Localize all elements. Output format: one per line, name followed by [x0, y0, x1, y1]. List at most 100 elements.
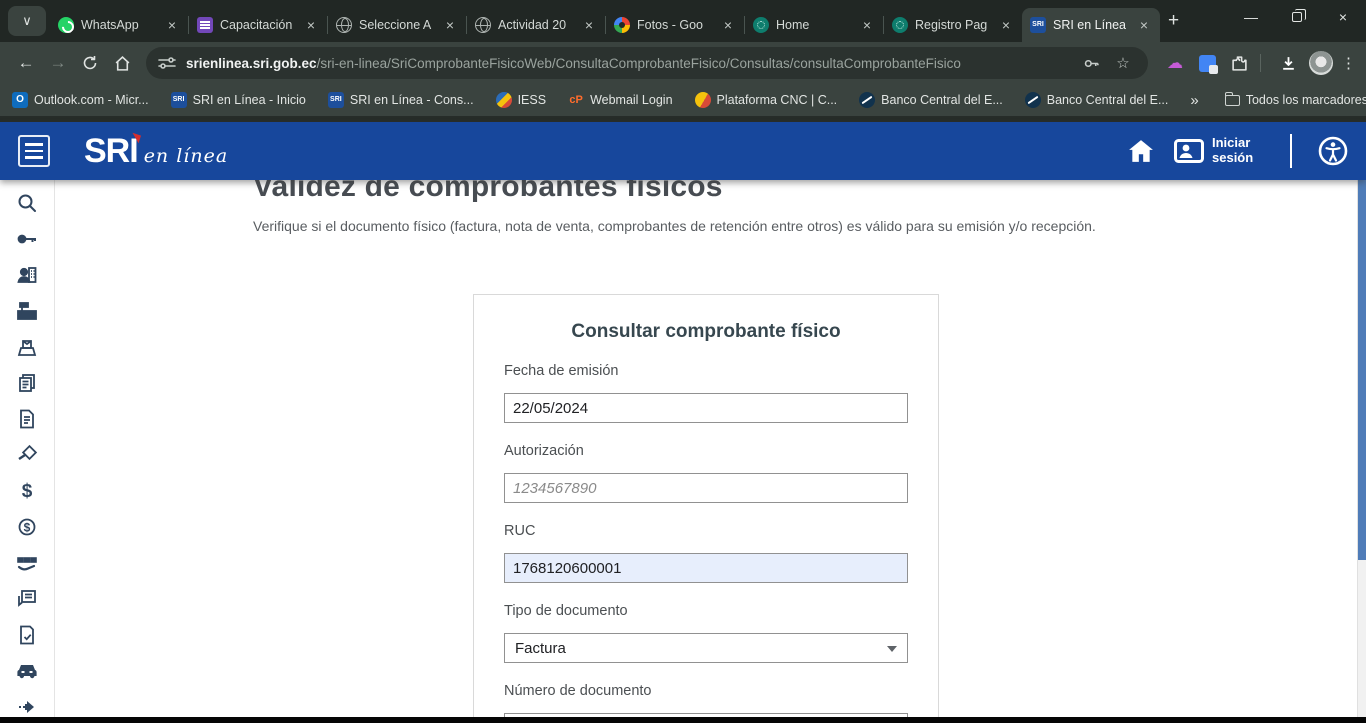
search-icon[interactable]: [15, 192, 39, 214]
fecha-emision-input[interactable]: [504, 393, 908, 423]
taxpayer-icon[interactable]: [15, 264, 39, 286]
ruc-input[interactable]: [504, 553, 908, 583]
url-text[interactable]: srienlinea.sri.gob.ec/sri-en-linea/SriCo…: [186, 56, 1072, 71]
profile-avatar[interactable]: [1309, 51, 1333, 75]
site-info-icon[interactable]: [158, 56, 176, 70]
back-button[interactable]: ←: [10, 47, 42, 79]
puzzle-icon: [1231, 55, 1248, 72]
tab-whatsapp[interactable]: WhatsApp ×: [50, 8, 188, 42]
sri-logo-text: SRI: [84, 132, 138, 171]
tab-close-icon[interactable]: ×: [442, 17, 458, 33]
translate-extension-button[interactable]: [1194, 50, 1220, 76]
tag-icon[interactable]: [15, 444, 39, 466]
bookmark-webmail[interactable]: cP Webmail Login: [568, 92, 672, 108]
ruc-label: RUC: [504, 523, 908, 539]
page-title: Validez de comprobantes físicos: [253, 180, 1327, 205]
field-fecha-emision: Fecha de emisión: [504, 363, 908, 423]
tab-fotos[interactable]: Fotos - Goo ×: [606, 8, 744, 42]
exit-icon[interactable]: [15, 696, 39, 717]
cash-register-icon[interactable]: [15, 300, 39, 322]
close-button[interactable]: ×: [1320, 0, 1366, 34]
chevron-down-icon: ∨: [22, 13, 32, 29]
url-path: /sri-en-linea/SriComprobanteFisicoWeb/Co…: [317, 56, 961, 71]
restore-icon: [1292, 12, 1302, 22]
tab-close-icon[interactable]: ×: [581, 17, 597, 33]
scrollbar-thumb[interactable]: [1358, 180, 1366, 560]
tab-search-button[interactable]: ∨: [8, 6, 46, 36]
page-subtitle: Verifique si el documento físico (factur…: [253, 218, 1327, 234]
bookmark-bce-1[interactable]: Banco Central del E...: [859, 92, 1003, 108]
tab-seleccione[interactable]: Seleccione A ×: [328, 8, 466, 42]
minimize-button[interactable]: —: [1228, 0, 1274, 34]
cnc-icon: [695, 92, 711, 108]
forward-button[interactable]: →: [42, 47, 74, 79]
google-photos-icon: [614, 17, 630, 33]
refund-icon[interactable]: $: [15, 516, 39, 538]
downloads-button[interactable]: [1275, 50, 1301, 76]
bookmark-label: Banco Central del E...: [881, 93, 1003, 107]
home-button[interactable]: [106, 47, 138, 79]
outlook-icon: O: [12, 92, 28, 108]
restore-button[interactable]: [1274, 0, 1320, 34]
bookmarks-overflow-button[interactable]: »: [1190, 92, 1198, 109]
bookmark-star-button[interactable]: ☆: [1110, 50, 1136, 76]
tab-sri-en-linea-active[interactable]: SRI SRI en Línea ×: [1022, 8, 1160, 42]
all-bookmarks-button[interactable]: Todos los marcadores: [1225, 93, 1366, 107]
page-content: $ $ Validez de comprobantes físicos Veri…: [0, 180, 1357, 717]
dollar-icon[interactable]: $: [15, 480, 39, 502]
field-numero-documento: Número de documento: [504, 683, 908, 717]
page-scrollbar[interactable]: [1357, 180, 1366, 717]
screen-bottom-edge: [0, 717, 1366, 723]
sri-logo[interactable]: SRI en línea: [84, 132, 228, 171]
tab-actividad[interactable]: Actividad 20 ×: [467, 8, 605, 42]
login-button[interactable]: Iniciar sesión: [1174, 136, 1264, 166]
tab-close-icon[interactable]: ×: [720, 17, 736, 33]
cloud-extension-icon[interactable]: ☁: [1162, 50, 1188, 76]
bookmark-sri-inicio[interactable]: SRI SRI en Línea - Inicio: [171, 92, 306, 108]
tab-label: Registro Pag: [915, 18, 991, 32]
new-tab-button[interactable]: +: [1168, 10, 1179, 32]
key-icon[interactable]: [15, 228, 39, 250]
sri-favicon: SRI: [328, 92, 344, 108]
reload-button[interactable]: [74, 47, 106, 79]
url-domain: srienlinea.sri.gob.ec: [186, 56, 317, 71]
autorizacion-input[interactable]: [504, 473, 908, 503]
password-manager-button[interactable]: [1078, 50, 1104, 76]
bookmark-sri-consultas[interactable]: SRI SRI en Línea - Cons...: [328, 92, 474, 108]
bookmark-outlook[interactable]: O Outlook.com - Micr...: [12, 92, 149, 108]
tipo-documento-select[interactable]: Factura: [504, 633, 908, 663]
bookmark-bce-2[interactable]: Banco Central del E...: [1025, 92, 1169, 108]
complaints-icon[interactable]: [15, 588, 39, 610]
bookmark-iess[interactable]: IESS: [496, 92, 547, 108]
address-bar[interactable]: srienlinea.sri.gob.ec/sri-en-linea/SriCo…: [146, 47, 1148, 79]
extensions-button[interactable]: [1226, 50, 1252, 76]
vehicle-icon[interactable]: [15, 660, 39, 682]
whatsapp-icon: [58, 17, 74, 33]
sri-favicon: SRI: [1030, 17, 1046, 33]
tab-close-icon[interactable]: ×: [1136, 17, 1152, 33]
tab-close-icon[interactable]: ×: [303, 17, 319, 33]
document-check-icon[interactable]: [15, 624, 39, 646]
tab-close-icon[interactable]: ×: [998, 17, 1014, 33]
browser-toolbar: ← → srienlinea.sri.gob.ec/sri-en-linea/S…: [0, 42, 1366, 84]
bookmark-label: IESS: [518, 93, 547, 107]
field-tipo-documento: Tipo de documento Factura: [504, 603, 908, 663]
tab-close-icon[interactable]: ×: [859, 17, 875, 33]
tab-close-icon[interactable]: ×: [164, 17, 180, 33]
menu-button[interactable]: [18, 135, 50, 167]
payment-cards-icon[interactable]: [15, 552, 39, 574]
browser-menu-button[interactable]: ⋮: [1341, 54, 1356, 72]
tab-home[interactable]: Home ×: [745, 8, 883, 42]
document-icon[interactable]: [15, 408, 39, 430]
home-icon[interactable]: [1128, 139, 1154, 163]
bookmark-label: SRI en Línea - Cons...: [350, 93, 474, 107]
inbox-icon[interactable]: [15, 336, 39, 358]
tab-label: Fotos - Goo: [637, 18, 713, 32]
bookmark-label: Webmail Login: [590, 93, 672, 107]
accessibility-icon[interactable]: [1318, 136, 1348, 166]
bookmark-cnc[interactable]: Plataforma CNC | C...: [695, 92, 838, 108]
documents-icon[interactable]: [15, 372, 39, 394]
cpanel-icon: cP: [568, 92, 584, 108]
tab-capacitacion[interactable]: Capacitación ×: [189, 8, 327, 42]
tab-registro[interactable]: Registro Pag ×: [884, 8, 1022, 42]
